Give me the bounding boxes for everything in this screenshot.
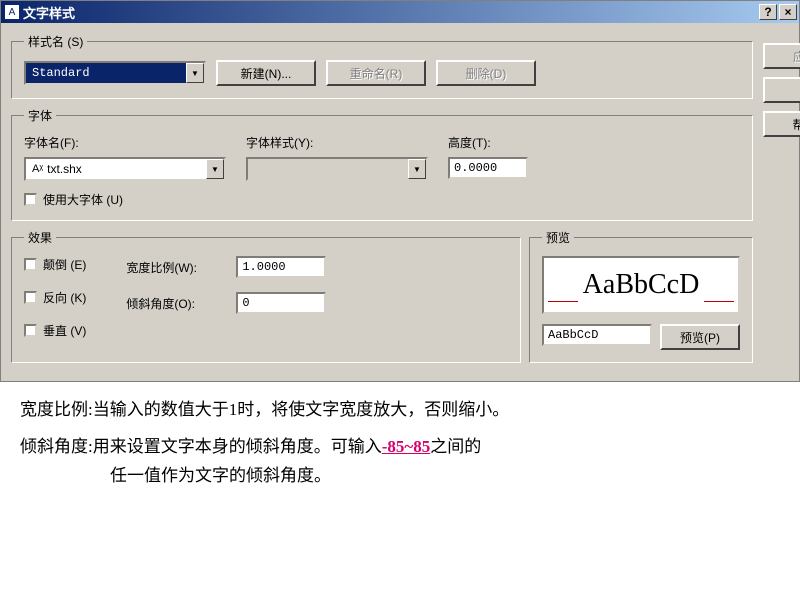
apply-button: 应用(A) xyxy=(763,43,800,69)
font-name-label: 字体名(F): xyxy=(24,134,226,151)
backwards-checkbox[interactable] xyxy=(24,291,37,304)
annotations: 宽度比例: 当输入的数值大于1时，将使文字宽度放大，否则缩小。 倾斜角度: 用来… xyxy=(0,382,800,501)
preview-sample: AaBbCcD xyxy=(583,269,700,301)
font-legend: 字体 xyxy=(24,107,56,124)
style-name-legend: 样式名 (S) xyxy=(24,33,87,50)
preview-input[interactable] xyxy=(542,324,652,346)
font-name-select[interactable]: Aᵡ txt.shx ▼ xyxy=(24,157,226,181)
titlebar: A 文字样式 ? × xyxy=(1,1,799,23)
text-style-dialog: A 文字样式 ? × 样式名 (S) Standard ▼ 新建(N)... xyxy=(0,0,800,382)
chevron-down-icon: ▼ xyxy=(186,63,204,83)
style-name-group: 样式名 (S) Standard ▼ 新建(N)... 重命名(R) 删除(D) xyxy=(11,33,753,99)
range-highlight: -85~85 xyxy=(382,437,431,456)
cancel-button[interactable]: 取消 xyxy=(763,77,800,103)
width-factor-input[interactable] xyxy=(236,256,326,278)
anno-oblique-label: 倾斜角度: xyxy=(20,433,93,462)
window-title: 文字样式 xyxy=(23,3,75,22)
big-font-checkbox[interactable] xyxy=(24,193,37,206)
help-button[interactable]: 帮助(H) xyxy=(763,111,800,137)
preview-group: 预览 AaBbCcD 预览(P) xyxy=(529,229,753,363)
preview-legend: 预览 xyxy=(542,229,574,246)
font-style-select[interactable]: ▼ xyxy=(246,157,428,181)
oblique-input[interactable] xyxy=(236,292,326,314)
anno-width-label: 宽度比例: xyxy=(20,396,93,425)
vertical-checkbox[interactable] xyxy=(24,324,37,337)
upside-down-row[interactable]: 颠倒 (E) xyxy=(24,256,86,273)
big-font-checkbox-row[interactable]: 使用大字体 (U) xyxy=(24,191,740,208)
rename-button: 重命名(R) xyxy=(326,60,426,86)
font-group: 字体 字体名(F): Aᵡ txt.shx ▼ xyxy=(11,107,753,221)
chevron-down-icon: ▼ xyxy=(408,159,426,179)
delete-button: 删除(D) xyxy=(436,60,536,86)
height-label: 高度(T): xyxy=(448,134,528,151)
effects-legend: 效果 xyxy=(24,229,56,246)
chevron-down-icon: ▼ xyxy=(206,159,224,179)
upside-down-checkbox[interactable] xyxy=(24,258,37,271)
style-name-select[interactable]: Standard ▼ xyxy=(24,61,206,85)
close-button[interactable]: × xyxy=(779,4,797,20)
new-button[interactable]: 新建(N)... xyxy=(216,60,316,86)
anno-width-text: 当输入的数值大于1时，将使文字宽度放大，否则缩小。 xyxy=(93,396,780,425)
vertical-row[interactable]: 垂直 (V) xyxy=(24,322,86,339)
help-button[interactable]: ? xyxy=(759,4,777,20)
effects-group: 效果 颠倒 (E) 反向 (K) xyxy=(11,229,521,363)
backwards-row[interactable]: 反向 (K) xyxy=(24,289,86,306)
preview-button[interactable]: 预览(P) xyxy=(660,324,740,350)
oblique-label: 倾斜角度(O): xyxy=(126,295,226,312)
preview-box: AaBbCcD xyxy=(542,256,740,314)
height-input[interactable] xyxy=(448,157,528,179)
font-style-label: 字体样式(Y): xyxy=(246,134,428,151)
width-factor-label: 宽度比例(W): xyxy=(126,259,226,276)
big-font-label: 使用大字体 (U) xyxy=(43,191,123,208)
app-icon: A xyxy=(5,5,19,19)
font-type-icon: Aᵡ xyxy=(32,163,43,175)
